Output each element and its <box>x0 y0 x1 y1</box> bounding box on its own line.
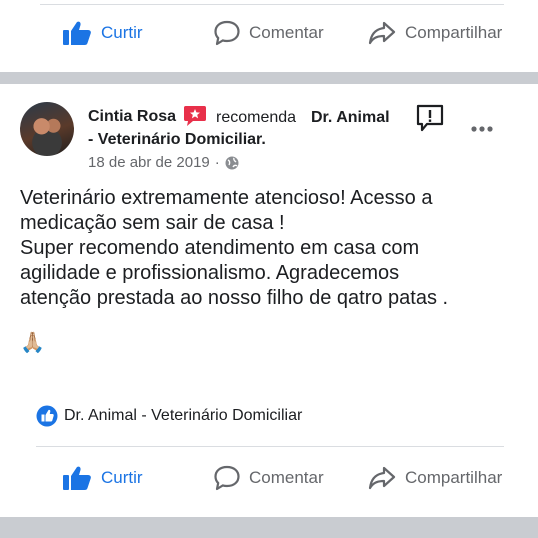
share-arrow-icon <box>368 21 396 45</box>
share-button[interactable]: Compartilhar <box>368 465 502 491</box>
page-link-line2[interactable]: - Veterinário Domiciliar. <box>88 131 266 149</box>
post-meta: 18 de abr de 2019 · <box>88 154 239 171</box>
thumbs-up-icon <box>63 466 91 490</box>
comment-label: Comentar <box>249 23 324 42</box>
top-divider <box>40 4 504 5</box>
like-button[interactable]: Curtir <box>62 465 143 491</box>
praying-hands-emoji: 🙏🏼 <box>20 332 45 354</box>
post-body: Veterinário extremamente atencioso! Aces… <box>20 187 449 309</box>
more-options-icon[interactable] <box>470 125 494 133</box>
globe-icon <box>225 156 239 169</box>
like-label: Curtir <box>101 23 143 42</box>
post-separator <box>0 72 538 84</box>
author-name[interactable]: Cintia Rosa <box>88 108 176 125</box>
like-reaction-icon <box>36 405 58 427</box>
recommends-text: recomenda <box>216 109 297 126</box>
recommended-page-row[interactable]: Dr. Animal - Veterinário Domiciliar <box>36 405 302 427</box>
bottom-separator <box>0 517 538 538</box>
actions-divider <box>36 446 504 447</box>
recommended-page-name: Dr. Animal - Veterinário Domiciliar <box>64 407 303 424</box>
share-button[interactable]: Compartilhar <box>368 20 502 46</box>
report-icon[interactable] <box>415 104 445 132</box>
recommend-badge-icon <box>184 106 206 126</box>
comment-bubble-icon <box>214 20 240 46</box>
comment-bubble-icon <box>214 465 240 491</box>
comment-button[interactable]: Comentar <box>214 20 324 46</box>
share-label: Compartilhar <box>405 23 503 42</box>
share-label: Compartilhar <box>405 468 503 487</box>
author-avatar[interactable] <box>20 102 74 156</box>
date-separator: · <box>214 154 220 171</box>
comment-label: Comentar <box>249 468 324 487</box>
post-date[interactable]: 18 de abr de 2019 <box>88 154 210 171</box>
post-header-line1: Cintia Rosa <box>88 108 176 126</box>
comment-button[interactable]: Comentar <box>214 465 324 491</box>
page-link-line1[interactable]: Dr. Animal <box>311 109 390 127</box>
like-button[interactable]: Curtir <box>62 20 143 46</box>
like-label: Curtir <box>101 468 143 487</box>
thumbs-up-icon <box>63 21 91 45</box>
share-arrow-icon <box>368 466 396 490</box>
